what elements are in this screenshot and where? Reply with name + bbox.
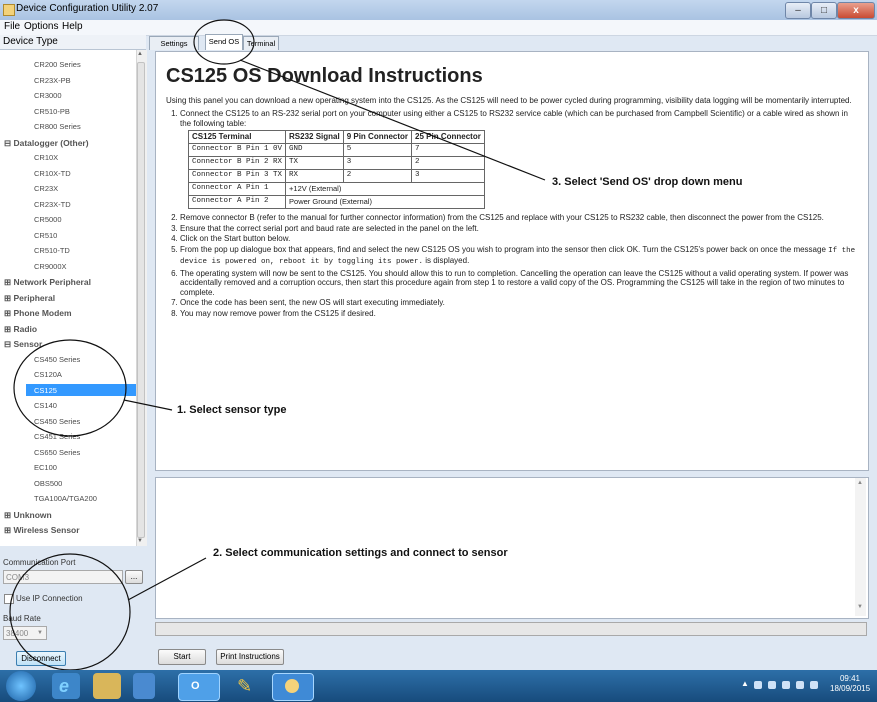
paint-icon[interactable]: ✎ — [228, 673, 258, 699]
taskbar-app-icon[interactable] — [133, 673, 155, 699]
comm-arrow-line — [127, 557, 207, 601]
annotation-send-os: 3. Select 'Send OS' drop down menu — [552, 176, 743, 188]
sensor-arrow-line — [123, 399, 173, 411]
security-tray-icon[interactable] — [782, 681, 790, 689]
comm-settings-circle — [9, 553, 131, 671]
clock-date: 18/09/2015 — [830, 684, 871, 693]
sensor-circle — [13, 339, 127, 437]
start-orb-icon[interactable] — [6, 671, 36, 701]
send-os-circle — [193, 19, 255, 65]
taskbar-clock[interactable]: 09:41 18/09/2015 — [830, 674, 870, 694]
annotation-comm-settings: 2. Select communication settings and con… — [213, 547, 508, 559]
clock-time: 09:41 — [839, 674, 861, 683]
network-tray-icon[interactable] — [768, 681, 776, 689]
annotation-overlay — [9, 19, 546, 671]
device-config-taskbar-icon[interactable] — [272, 673, 314, 701]
internet-explorer-icon[interactable]: e — [52, 673, 80, 699]
send-os-arrow-line — [239, 59, 546, 181]
outlook-icon[interactable]: O — [178, 673, 220, 701]
file-explorer-icon[interactable] — [93, 673, 121, 699]
volume-icon[interactable] — [810, 681, 818, 689]
wifi-icon[interactable] — [796, 681, 804, 689]
flag-icon[interactable] — [754, 681, 762, 689]
annotation-sensor-type: 1. Select sensor type — [177, 404, 287, 416]
show-hidden-icons-icon[interactable]: ▲ — [741, 679, 749, 688]
